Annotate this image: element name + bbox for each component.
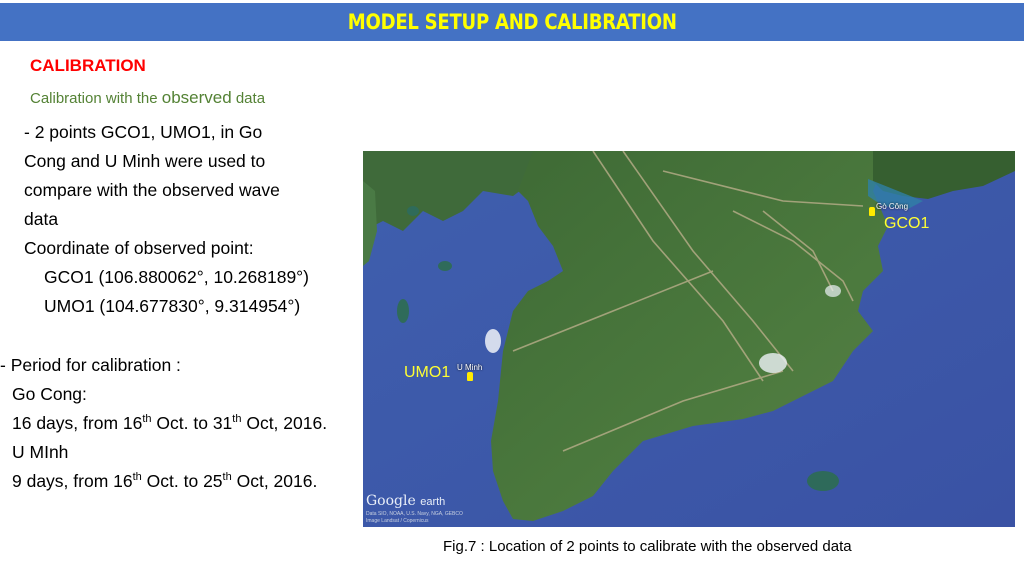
- gco1-marker-label: GCO1: [884, 215, 930, 232]
- cloud: [759, 353, 787, 373]
- umo1-marker-label: UMO1: [404, 364, 451, 381]
- period-station-u-minh: U MInh: [12, 442, 69, 462]
- google-earth-logo: Google earth: [366, 493, 445, 509]
- coordinate-umo1: UMO1 (104.677830°, 9.314954°): [44, 296, 301, 316]
- cloud: [825, 285, 841, 297]
- island: [407, 206, 419, 216]
- island: [397, 299, 409, 323]
- google-logo-text: Google: [366, 493, 416, 509]
- description-line: - 2 points GCO1, UMO1, in Go: [24, 122, 263, 142]
- gco1-place-label: Gò Công: [876, 202, 909, 211]
- period-text: Oct, 2016.: [231, 471, 318, 491]
- period-text: Oct, 2016.: [241, 413, 328, 433]
- coordinate-label: Coordinate of observed point:: [24, 238, 254, 258]
- period-text: 16 days, from 16: [12, 413, 143, 433]
- gco1-pin-icon[interactable]: [869, 207, 875, 216]
- map-credit-line: Data SIO, NOAA, U.S. Navy, NGA, GEBCO: [366, 511, 463, 517]
- period-dates-u-minh: 9 days, from 16th Oct. to 25th Oct, 2016…: [12, 467, 317, 496]
- period-text: Oct. to 31: [151, 413, 233, 433]
- points-description: - 2 points GCO1, UMO1, in Go Cong and U …: [24, 118, 344, 234]
- period-label: - Period for calibration :: [0, 355, 181, 375]
- earth-logo-text: earth: [420, 496, 446, 508]
- figure-caption: Fig.7 : Location of 2 points to calibrat…: [443, 538, 852, 555]
- description-line: compare with the observed wave: [24, 180, 280, 200]
- ordinal-suffix: th: [132, 471, 142, 483]
- map-imagery: [363, 151, 1015, 527]
- slide-title: MODEL SETUP AND CALIBRATION: [347, 10, 677, 34]
- map-credits: Data SIO, NOAA, U.S. Navy, NGA, GEBCO Im…: [366, 511, 463, 525]
- slide-header: MODEL SETUP AND CALIBRATION: [0, 3, 1024, 41]
- map-credit-line: Image Landsat / Copernicus: [366, 518, 429, 524]
- period-text: Oct. to 25: [141, 471, 223, 491]
- period-dates-go-cong: 16 days, from 16th Oct. to 31th Oct, 201…: [12, 409, 327, 438]
- description-line: data: [24, 209, 59, 229]
- description-line: Cong and U Minh were used to: [24, 151, 266, 171]
- subtitle-emphasis: observed: [161, 88, 232, 107]
- period-station-go-cong: Go Cong:: [12, 384, 87, 404]
- period-text: 9 days, from 16: [12, 471, 133, 491]
- satellite-map: Gò Công GCO1 U Minh UMO1 Google earth Da…: [363, 151, 1015, 527]
- ordinal-suffix: th: [142, 413, 152, 425]
- coordinate-gco1: GCO1 (106.880062°, 10.268189°): [44, 267, 310, 287]
- ordinal-suffix: th: [222, 471, 232, 483]
- section-title: CALIBRATION: [30, 56, 146, 75]
- subtitle-suffix: data: [231, 90, 266, 107]
- cloud: [485, 329, 501, 353]
- section-subtitle: Calibration with the observed data: [30, 88, 265, 108]
- umo1-pin-icon[interactable]: [467, 372, 473, 381]
- umo1-place-label: U Minh: [457, 363, 483, 372]
- subtitle-prefix: Calibration with the: [30, 90, 162, 107]
- con-dao-island: [807, 471, 839, 491]
- island: [438, 261, 452, 271]
